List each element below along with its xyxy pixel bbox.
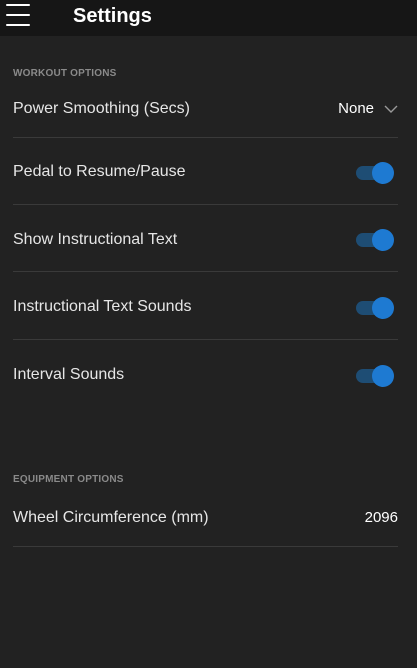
pedal-resume-toggle[interactable] <box>356 161 394 184</box>
wheel-circumference-value[interactable]: 2096 <box>365 508 398 528</box>
settings-screen: Settings WORKOUT OPTIONS Power Smoothing… <box>0 0 417 668</box>
instructional-sounds-label: Instructional Text Sounds <box>13 298 192 315</box>
power-smoothing-value: None <box>338 100 374 117</box>
chevron-down-icon <box>384 105 398 113</box>
hamburger-menu-icon[interactable] <box>6 4 32 26</box>
instructional-sounds-row: Instructional Text Sounds <box>13 274 398 340</box>
instructional-text-label: Show Instructional Text <box>13 231 178 248</box>
toggle-thumb <box>372 365 394 387</box>
toggle-thumb <box>372 162 394 184</box>
interval-sounds-label: Interval Sounds <box>13 366 125 383</box>
wheel-circumference-row[interactable]: Wheel Circumference (mm) 2096 <box>13 481 398 547</box>
instructional-text-row: Show Instructional Text <box>13 206 398 272</box>
wheel-circumference-label: Wheel Circumference (mm) <box>13 509 209 526</box>
toggle-thumb <box>372 297 394 319</box>
menu-bar <box>6 14 30 16</box>
power-smoothing-row[interactable]: Power Smoothing (Secs) None <box>13 72 398 138</box>
power-smoothing-select[interactable]: None <box>338 99 398 119</box>
page-title: Settings <box>73 5 152 27</box>
menu-bar <box>6 24 30 26</box>
instructional-text-toggle[interactable] <box>356 228 394 251</box>
toggle-thumb <box>372 229 394 251</box>
pedal-resume-row: Pedal to Resume/Pause <box>13 139 398 205</box>
interval-sounds-row: Interval Sounds <box>13 341 398 407</box>
interval-sounds-toggle[interactable] <box>356 364 394 387</box>
instructional-sounds-toggle[interactable] <box>356 296 394 319</box>
power-smoothing-label: Power Smoothing (Secs) <box>13 100 190 117</box>
app-header: Settings <box>0 0 417 36</box>
pedal-resume-label: Pedal to Resume/Pause <box>13 163 186 180</box>
menu-bar <box>6 4 30 6</box>
